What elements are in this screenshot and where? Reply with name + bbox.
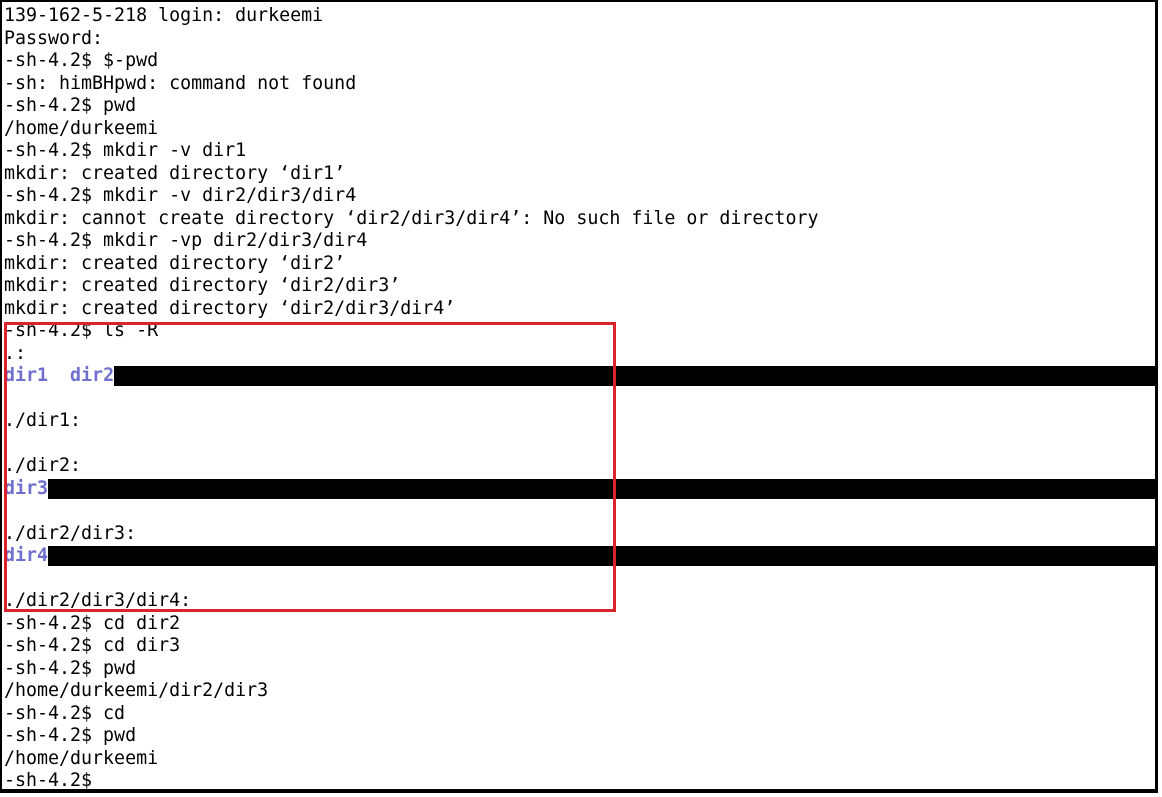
- terminal-text: -sh-4.2$ mkdir -v dir2/dir3/dir4: [4, 185, 357, 206]
- terminal-line: -sh-4.2$ cd dir3: [4, 635, 1155, 658]
- terminal-text: -sh-4.2$ cd dir2: [4, 612, 181, 634]
- terminal-text: ./dir2/dir3/dir4:: [4, 590, 192, 611]
- terminal-text: mkdir: created directory ‘dir1’: [4, 162, 346, 184]
- terminal-text: -sh-4.2$ cd dir3: [4, 635, 181, 656]
- terminal-line: mkdir: cannot create directory ‘dir2/dir…: [4, 208, 1155, 231]
- terminal-text: mkdir: cannot create directory ‘dir2/dir…: [4, 207, 819, 229]
- terminal-line: /home/durkeemi: [4, 748, 1155, 771]
- terminal-line: -sh-4.2$ pwd: [4, 725, 1155, 748]
- terminal-text: Password:: [4, 27, 104, 49]
- terminal-line: -sh-4.2$ mkdir -vp dir2/dir3/dir4: [4, 230, 1155, 253]
- directory-name: dir1: [4, 365, 49, 386]
- terminal-line: dir4: [4, 545, 1155, 568]
- terminal-window[interactable]: 139-162-5-218 login: durkeemi Password: -s…: [0, 0, 1158, 793]
- terminal-output: 139-162-5-218 login: durkeemi Password: -s…: [4, 5, 1155, 791]
- terminal-line: 139-162-5-218 login: durkeemi: [4, 5, 1155, 28]
- terminal-line: /home/durkeemi/dir2/dir3: [4, 680, 1155, 703]
- terminal-line: mkdir: created directory ‘dir2/dir3/dir4…: [4, 298, 1155, 321]
- terminal-text: .:: [4, 342, 27, 364]
- terminal-line: /home/durkeemi: [4, 118, 1155, 141]
- terminal-line: -sh-4.2$ ls -R: [4, 320, 1155, 343]
- terminal-line: -sh-4.2$ cd: [4, 703, 1155, 726]
- terminal-text: -sh-4.2$: [4, 770, 93, 791]
- terminal-line: mkdir: created directory ‘dir1’: [4, 163, 1155, 186]
- terminal-line: ./dir2/dir3/dir4:: [4, 590, 1155, 613]
- terminal-text: -sh-4.2$ pwd: [4, 725, 137, 746]
- terminal-line: Password:: [4, 28, 1155, 51]
- terminal-text: -sh: himBHpwd: command not found: [4, 72, 357, 94]
- terminal-text: -sh-4.2$ $-pwd: [4, 50, 159, 71]
- terminal-text: ./dir1:: [4, 410, 82, 431]
- terminal-line: -sh-4.2$ cd dir2: [4, 613, 1155, 636]
- directory-name: dir3: [4, 477, 49, 499]
- terminal-line: dir3: [4, 478, 1155, 501]
- terminal-text: mkdir: created directory ‘dir2/dir3’: [4, 275, 401, 296]
- terminal-text: ./dir2/dir3:: [4, 522, 137, 544]
- redaction-bar: [48, 546, 1155, 567]
- terminal-line: -sh: himBHpwd: command not found: [4, 73, 1155, 96]
- terminal-line: dir1 dir2: [4, 365, 1155, 388]
- terminal-text: -sh-4.2$ mkdir -v dir1: [4, 140, 247, 161]
- terminal-line: -sh-4.2$: [4, 770, 1155, 791]
- terminal-text: ./dir2:: [4, 455, 82, 476]
- terminal-line: -sh-4.2$ mkdir -v dir1: [4, 140, 1155, 163]
- terminal-text: 139-162-5-218 login: durkeemi: [4, 5, 324, 26]
- terminal-text: -sh-4.2$ ls -R: [4, 320, 159, 341]
- terminal-text: -sh-4.2$ cd: [4, 702, 126, 724]
- terminal-line: .:: [4, 343, 1155, 366]
- terminal-line: -sh-4.2$ $-pwd: [4, 50, 1155, 73]
- terminal-text: -sh-4.2$ pwd: [4, 95, 137, 116]
- terminal-text: /home/durkeemi: [4, 747, 159, 769]
- terminal-text: -sh-4.2$ pwd: [4, 657, 137, 679]
- terminal-line: mkdir: created directory ‘dir2’: [4, 253, 1155, 276]
- redaction-bar: [114, 366, 1155, 387]
- terminal-line: -sh-4.2$ pwd: [4, 658, 1155, 681]
- terminal-line: ./dir2/dir3:: [4, 523, 1155, 546]
- terminal-line: ./dir2:: [4, 455, 1155, 478]
- directory-name: dir4: [4, 545, 49, 566]
- terminal-text: -sh-4.2$ mkdir -vp dir2/dir3/dir4: [4, 230, 368, 251]
- terminal-line: -sh-4.2$ pwd: [4, 95, 1155, 118]
- terminal-line: ./dir1:: [4, 410, 1155, 433]
- terminal-line: mkdir: created directory ‘dir2/dir3’: [4, 275, 1155, 298]
- terminal-text: mkdir: created directory ‘dir2/dir3/dir4…: [4, 297, 456, 319]
- terminal-text: /home/durkeemi/dir2/dir3: [4, 680, 269, 701]
- directory-name: dir2: [70, 365, 115, 386]
- terminal-text: /home/durkeemi: [4, 117, 159, 139]
- terminal-text: mkdir: created directory ‘dir2’: [4, 252, 346, 274]
- redaction-bar: [48, 478, 1155, 499]
- terminal-line: -sh-4.2$ mkdir -v dir2/dir3/dir4: [4, 185, 1155, 208]
